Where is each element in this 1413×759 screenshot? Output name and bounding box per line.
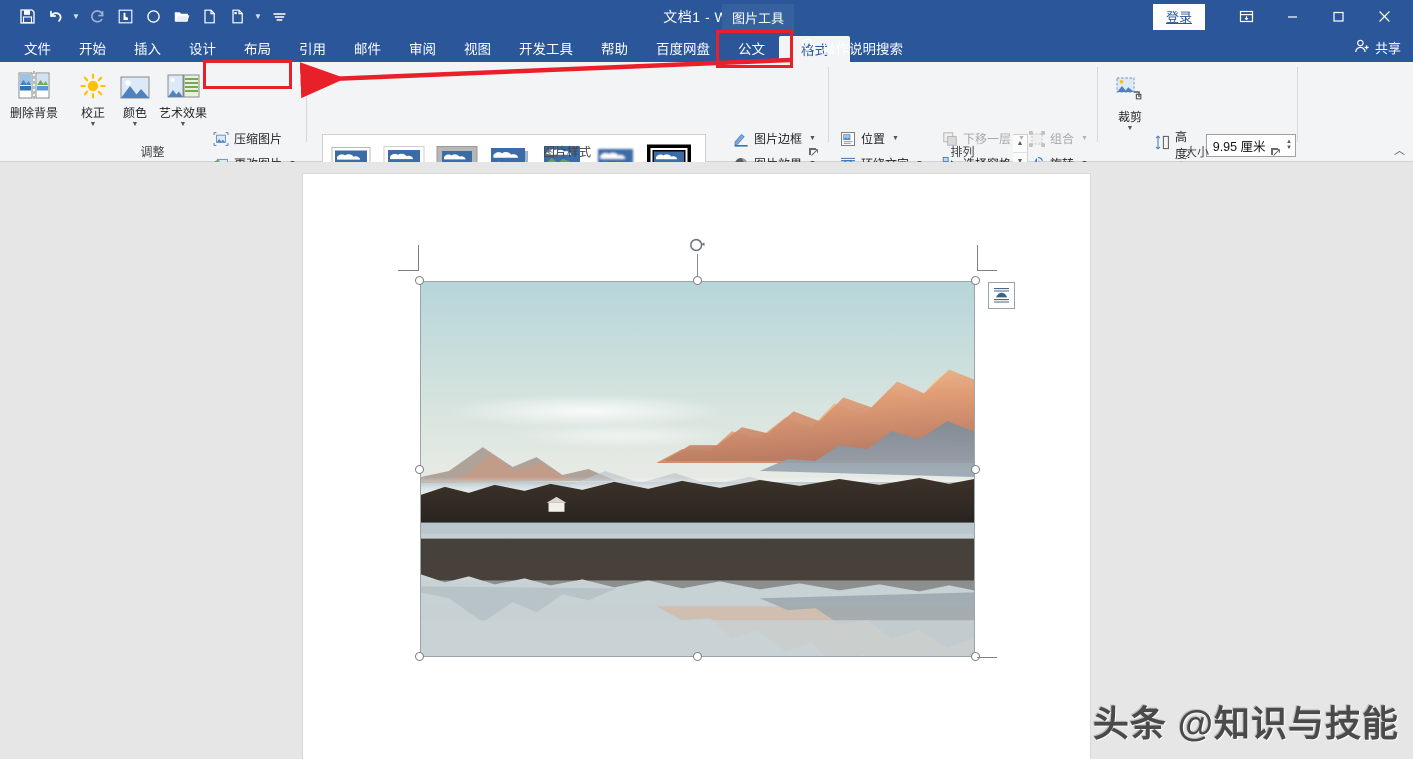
handle-ne[interactable] <box>971 276 980 285</box>
remove-background-button[interactable]: 删除背景 <box>5 66 63 121</box>
customize-qat-icon[interactable] <box>266 4 292 30</box>
picture-border-dropdown-icon[interactable]: ▼ <box>809 135 816 142</box>
corrections-dropdown-icon[interactable]: ▼ <box>90 121 97 129</box>
tab-layout[interactable]: 布局 <box>230 33 285 62</box>
tab-design[interactable]: 设计 <box>175 33 230 62</box>
word-window: ▼ ▼ 文档1 - Word 图 <box>0 0 1413 759</box>
handle-w[interactable] <box>415 465 424 474</box>
ellipse-icon[interactable] <box>140 4 166 30</box>
crop-dropdown-icon[interactable]: ▼ <box>1127 125 1134 133</box>
layout-options-icon[interactable] <box>988 282 1015 309</box>
collapse-ribbon-icon[interactable]: ︿ <box>1394 142 1405 158</box>
ribbon-group-size: 裁剪 ▼ 高度: 9.95 厘米 ▲▼ 宽度: 14.63 厘 <box>1098 62 1296 162</box>
corner-mark-ne <box>973 245 997 271</box>
tab-official-doc[interactable]: 公文 <box>724 33 779 62</box>
watermark: 头条 @知识与技能 <box>1093 695 1399 747</box>
share-label: 共享 <box>1375 38 1401 57</box>
quick-access-toolbar: ▼ ▼ <box>14 0 292 33</box>
open-icon[interactable] <box>168 4 194 30</box>
ribbon-tabs: 文件 开始 插入 设计 布局 引用 邮件 审阅 视图 开发工具 帮助 百度网盘 … <box>10 33 850 62</box>
color-icon <box>119 66 151 102</box>
group-divider-4 <box>1297 67 1298 142</box>
contextual-tab-title: 图片工具 <box>722 4 794 33</box>
minimize-icon[interactable] <box>1269 0 1315 33</box>
undo-icon[interactable] <box>42 4 68 30</box>
handle-n[interactable] <box>693 276 702 285</box>
new-doc-icon[interactable] <box>196 4 222 30</box>
remove-background-label: 删除背景 <box>10 104 58 121</box>
window-controls: 登录 <box>1153 0 1407 33</box>
new-from-template-dropdown-icon[interactable]: ▼ <box>252 4 264 30</box>
send-backward-dropdown-icon[interactable]: ▼ <box>1018 135 1025 142</box>
lightbulb-icon <box>800 38 815 57</box>
rotate-handle-stem <box>697 254 698 276</box>
corrections-label: 校正 <box>81 104 105 121</box>
ribbon-display-options-icon[interactable] <box>1223 0 1269 33</box>
group-title-size: 大小 <box>1098 143 1296 160</box>
save-icon[interactable] <box>14 4 40 30</box>
maximize-icon[interactable] <box>1315 0 1361 33</box>
close-icon[interactable] <box>1361 0 1407 33</box>
ribbon: 删除背景 校正 ▼ <box>0 62 1413 162</box>
tab-home[interactable]: 开始 <box>65 33 120 62</box>
new-from-template-icon[interactable] <box>224 4 250 30</box>
ribbon-group-adjust: 删除背景 校正 ▼ <box>0 62 305 162</box>
ribbon-group-arrange: 位置 ▼ 环绕文字 ▼ 上移一层 ▼ 下 <box>829 62 1096 162</box>
tab-developer[interactable]: 开发工具 <box>505 33 587 62</box>
tab-help[interactable]: 帮助 <box>587 33 642 62</box>
touch-mode-icon[interactable] <box>112 4 138 30</box>
handle-e[interactable] <box>971 465 980 474</box>
tab-mailings[interactable]: 邮件 <box>340 33 395 62</box>
position-dropdown-icon[interactable]: ▼ <box>892 135 899 142</box>
artistic-effects-button[interactable]: 艺术效果 ▼ <box>150 66 216 129</box>
group-title-arrange: 排列 <box>829 143 1096 160</box>
crop-button[interactable]: 裁剪 ▼ <box>1106 70 1154 133</box>
tab-view[interactable]: 视图 <box>450 33 505 62</box>
crop-icon <box>1114 70 1146 106</box>
tell-me-label: 操作说明搜索 <box>822 38 903 58</box>
tab-review[interactable]: 审阅 <box>395 33 450 62</box>
tab-insert[interactable]: 插入 <box>120 33 175 62</box>
color-label: 颜色 <box>123 104 147 121</box>
redo-icon[interactable] <box>84 4 110 30</box>
share-button[interactable]: 共享 <box>1354 33 1401 62</box>
tell-me-search[interactable]: 操作说明搜索 <box>800 33 903 62</box>
group-dropdown-icon[interactable]: ▼ <box>1081 135 1088 142</box>
remove-background-icon <box>17 66 51 102</box>
selected-landscape-photo[interactable] <box>420 281 975 657</box>
tab-baidu-netdisk[interactable]: 百度网盘 <box>642 33 724 62</box>
handle-nw[interactable] <box>415 276 424 285</box>
picture-styles-dialog-launcher[interactable] <box>808 147 820 159</box>
group-title-picture-styles: 图片样式 <box>307 143 827 160</box>
size-dialog-launcher[interactable] <box>1270 147 1282 159</box>
rotate-handle[interactable] <box>688 235 707 254</box>
selected-picture-container[interactable] <box>420 281 975 657</box>
corner-mark-se <box>973 656 997 660</box>
ribbon-group-picture-styles: ▲ ▼ ▼ 图片边框 ▼ 图片效果 ▼ <box>307 62 827 162</box>
tab-file[interactable]: 文件 <box>10 33 65 62</box>
artistic-effects-label: 艺术效果 <box>159 104 207 121</box>
color-dropdown-icon[interactable]: ▼ <box>132 121 139 129</box>
artistic-effects-icon <box>166 66 200 102</box>
share-person-icon <box>1354 38 1371 57</box>
crop-label: 裁剪 <box>1118 108 1142 125</box>
tab-references[interactable]: 引用 <box>285 33 340 62</box>
handle-s[interactable] <box>693 652 702 661</box>
group-title-adjust: 调整 <box>0 143 305 160</box>
title-bar: ▼ ▼ 文档1 - Word 图 <box>0 0 1413 33</box>
sign-in-button[interactable]: 登录 <box>1153 4 1205 30</box>
corrections-icon <box>78 66 108 102</box>
undo-dropdown-icon[interactable]: ▼ <box>70 4 82 30</box>
photo-terrain <box>421 282 974 656</box>
corner-mark-nw <box>398 245 422 271</box>
artistic-effects-dropdown-icon[interactable]: ▼ <box>180 121 187 129</box>
ribbon-tab-strip: 文件 开始 插入 设计 布局 引用 邮件 审阅 视图 开发工具 帮助 百度网盘 … <box>0 33 1413 62</box>
handle-sw[interactable] <box>415 652 424 661</box>
